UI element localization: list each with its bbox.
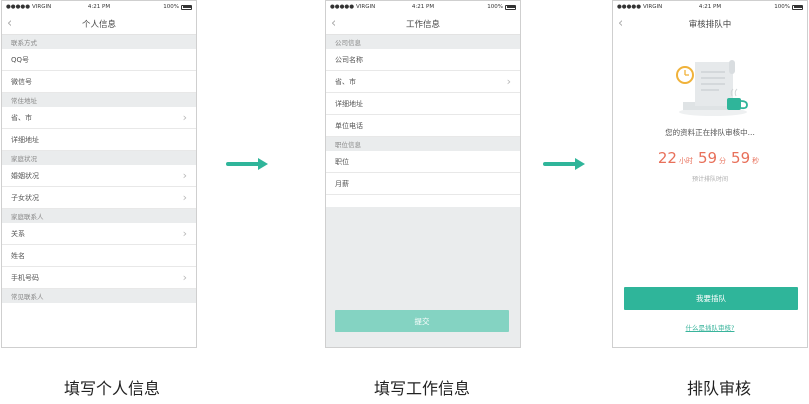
status-time: 4:21 PM: [698, 4, 722, 10]
estimate-label: 预计排队时间: [691, 176, 728, 183]
form-row[interactable]: 职位: [326, 151, 520, 173]
hours-unit: 小时: [678, 157, 693, 165]
form-row-label: 职位: [335, 157, 349, 166]
caption-queue-review: 排队审核: [686, 379, 751, 398]
submit-button[interactable]: 提交: [335, 310, 509, 332]
nav-bar: ‹ 工作信息: [326, 13, 520, 35]
back-chevron-icon[interactable]: ‹: [331, 17, 336, 30]
form-row[interactable]: 微信号: [2, 71, 196, 93]
flow-arrow-icon: [226, 158, 268, 170]
section-header: 家庭联系人: [2, 209, 196, 223]
flow-arrow-icon: [543, 158, 585, 170]
form-row-label: 详细地址: [335, 99, 363, 108]
status-time: 4:21 PM: [87, 4, 111, 10]
form-row[interactable]: 婚姻状况 ›: [2, 165, 196, 187]
form-row-label: 手机号码: [11, 273, 39, 282]
page-title: 个人信息: [81, 19, 116, 30]
caption-work-info: 填写工作信息: [373, 379, 470, 398]
work-info-screen: ●●●●● VIRGIN 4:21 PM 100% ‹ 工作信息 公司信息公司名称…: [325, 0, 521, 348]
personal-info-form: 联系方式 QQ号微信号常住地址省、市 › 详细地址家庭状况婚姻状况 › 子女状况 › 家庭联系…: [2, 35, 196, 303]
section-header: 常见联系人: [2, 289, 196, 303]
countdown-seconds: 59: [731, 149, 751, 167]
chevron-right-icon: ›: [506, 75, 511, 88]
battery-icon: [792, 4, 803, 10]
form-row-label: 子女状况: [11, 193, 39, 202]
chevron-right-icon: ›: [182, 111, 187, 124]
form-row-label: 详细地址: [11, 135, 39, 144]
form-row-label: 微信号: [11, 77, 32, 86]
form-row-label: 公司名称: [335, 55, 363, 64]
form-row[interactable]: 省、市 ›: [2, 107, 196, 129]
status-bar: ●●●●● VIRGIN 4:21 PM 100%: [326, 1, 520, 13]
nav-bar: ‹ 审核排队中: [613, 13, 807, 35]
page-title: 工作信息: [405, 19, 440, 30]
battery-icon: [505, 4, 516, 10]
caption-personal-info: 填写个人信息: [63, 379, 160, 398]
seconds-unit: 秒: [752, 157, 760, 165]
form-row-label: 关系: [11, 229, 25, 238]
status-bar: ●●●●● VIRGIN 4:21 PM 100%: [2, 1, 196, 13]
queue-status-text: 您的资料正在排队审核中...: [665, 128, 755, 137]
chevron-right-icon: ›: [182, 191, 187, 204]
work-info-form: 公司信息公司名称省、市 › 详细地址单位电话职位信息职位月薪: [326, 35, 520, 195]
section-header: 公司信息: [326, 35, 520, 49]
minutes-unit: 分: [719, 157, 727, 165]
form-row-label: 月薪: [335, 179, 349, 188]
what-is-jump-queue-link[interactable]: 什么是插队审核?: [613, 322, 807, 332]
section-header: 职位信息: [326, 137, 520, 151]
form-row-label: 婚姻状况: [11, 171, 39, 180]
status-time: 4:21 PM: [411, 4, 435, 10]
jump-queue-button[interactable]: 我要插队: [624, 287, 798, 310]
form-row-label: 单位电话: [335, 121, 363, 130]
form-row[interactable]: 子女状况 ›: [2, 187, 196, 209]
back-chevron-icon[interactable]: ‹: [618, 17, 623, 30]
form-row[interactable]: 省、市 ›: [326, 71, 520, 93]
countdown-minutes: 59: [697, 149, 718, 167]
countdown-timer: 22 小时 59 分 59 秒: [613, 149, 807, 167]
personal-info-screen: ●●●●● VIRGIN 4:21 PM 100% ‹ 个人信息 联系方式 QQ号微…: [1, 0, 197, 348]
form-row[interactable]: 详细地址: [326, 93, 520, 115]
battery-icon: [181, 4, 192, 10]
back-chevron-icon[interactable]: ‹: [7, 17, 12, 30]
countdown-hours: 22: [657, 149, 677, 167]
form-row[interactable]: 手机号码 ›: [2, 267, 196, 289]
form-row-label: 姓名: [11, 251, 25, 260]
section-header: 常住地址: [2, 93, 196, 107]
form-row[interactable]: 详细地址: [2, 129, 196, 151]
form-row[interactable]: 关系 ›: [2, 223, 196, 245]
chevron-right-icon: ›: [182, 169, 187, 182]
form-row-label: QQ号: [11, 55, 30, 64]
form-row-label: 省、市: [11, 113, 32, 122]
chevron-right-icon: ›: [182, 227, 187, 240]
form-row[interactable]: QQ号: [2, 49, 196, 71]
nav-bar: ‹ 个人信息: [2, 13, 196, 35]
queue-illustration-icon: [676, 60, 748, 116]
chevron-right-icon: ›: [182, 271, 187, 284]
status-bar: ●●●●● VIRGIN 4:21 PM 100%: [613, 1, 807, 13]
form-row[interactable]: 公司名称: [326, 49, 520, 71]
queue-review-screen: ●●●●● VIRGIN 4:21 PM 100% ‹ 审核排队中 您的资料正在排…: [612, 0, 808, 348]
page-title: 审核排队中: [688, 20, 732, 30]
section-header: 家庭状况: [2, 151, 196, 165]
form-row[interactable]: 姓名: [2, 245, 196, 267]
section-header: 联系方式: [2, 35, 196, 49]
form-row-label: 省、市: [335, 77, 356, 86]
form-row[interactable]: 单位电话: [326, 115, 520, 137]
form-row[interactable]: 月薪: [326, 173, 520, 195]
